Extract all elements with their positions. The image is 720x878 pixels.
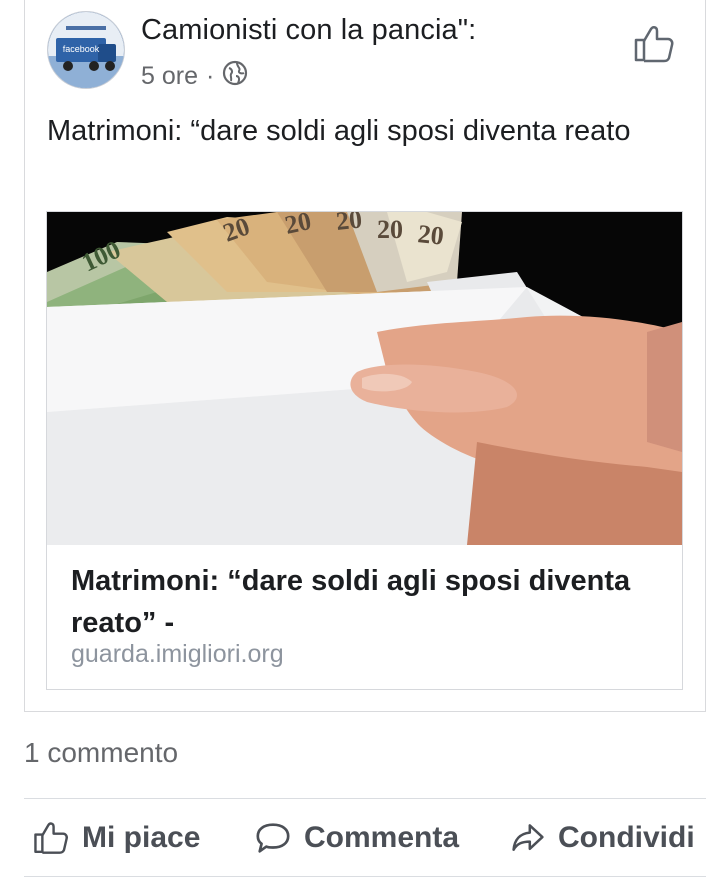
meta-separator: · (205, 62, 215, 90)
thumbs-up-icon (634, 26, 674, 63)
actions-divider-bottom (24, 876, 706, 877)
post-text: Matrimoni: “dare soldi agli sposi divent… (47, 115, 631, 147)
comment-bubble-icon (256, 823, 290, 853)
thumbs-up-icon (34, 822, 68, 854)
post-timestamp[interactable]: 5 ore (141, 62, 198, 91)
link-preview-image[interactable]: 20 20 20 20 20 100 (47, 212, 682, 545)
share-arrow-icon (512, 824, 544, 851)
avatar-logo-text: facebook (63, 44, 100, 54)
share-label: Condividi (558, 821, 695, 854)
svg-text:20: 20 (416, 219, 445, 251)
comment-button[interactable]: Commenta (254, 800, 459, 876)
like-label: Mi piace (82, 821, 201, 854)
page-avatar[interactable]: facebook (47, 11, 125, 89)
actions-divider-top (24, 798, 706, 799)
globe-icon (222, 60, 248, 93)
comment-label: Commenta (304, 821, 460, 854)
like-page-button[interactable] (632, 22, 676, 66)
comment-count-link[interactable]: 1 commento (24, 737, 178, 769)
link-title[interactable]: Matrimoni: “dare soldi agli sposi divent… (71, 560, 631, 644)
link-domain: guarda.imigliori.org (71, 640, 284, 668)
like-button[interactable]: Mi piace (32, 800, 200, 876)
svg-text:20: 20 (377, 215, 403, 244)
svg-text:20: 20 (335, 212, 364, 236)
post-meta: 5 ore · (141, 60, 248, 93)
link-preview[interactable]: 20 20 20 20 20 100 Matrimoni: “dare sold… (46, 211, 683, 690)
page-name-link[interactable]: Camionisti con la pancia": (141, 14, 476, 47)
post-actions-bar: Mi piace Commenta Condividi (24, 800, 720, 876)
share-button[interactable]: Condividi (510, 800, 695, 876)
